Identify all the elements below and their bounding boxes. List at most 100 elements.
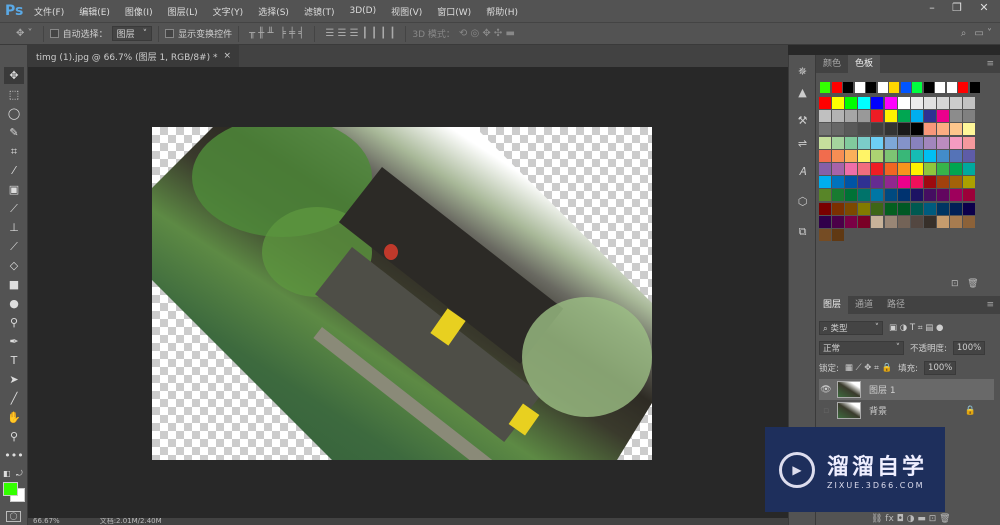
color-swatch[interactable] bbox=[845, 163, 858, 175]
color-swatch[interactable] bbox=[910, 123, 923, 136]
color-swatch[interactable] bbox=[871, 123, 884, 136]
histogram-icon[interactable]: ▲ bbox=[793, 84, 812, 102]
color-swatch[interactable] bbox=[858, 176, 871, 189]
default-colors-icon[interactable]: ◧ bbox=[3, 469, 11, 478]
quick-mask-icon[interactable]: ◯ bbox=[6, 511, 21, 522]
color-swatch[interactable] bbox=[884, 163, 897, 175]
3d-tool-icons[interactable]: ⟲ ◎ ✥ ✣ ▬ bbox=[459, 28, 515, 39]
recent-swatch[interactable] bbox=[889, 82, 899, 93]
color-swatch[interactable] bbox=[963, 215, 976, 228]
document-tab[interactable]: timg (1).jpg @ 66.7% (图层 1, RGB/8#) * × bbox=[28, 45, 240, 67]
color-swatch[interactable] bbox=[845, 136, 858, 149]
zoom-level[interactable]: 66.67% bbox=[33, 518, 60, 525]
eye-icon[interactable]: 👁 bbox=[819, 385, 833, 395]
healing-brush-icon[interactable]: ▣ bbox=[4, 181, 24, 198]
color-swatch[interactable] bbox=[910, 189, 923, 202]
close-tab-icon[interactable]: × bbox=[223, 51, 231, 61]
color-swatch[interactable] bbox=[845, 97, 858, 109]
color-swatch[interactable] bbox=[897, 136, 910, 149]
color-swatch[interactable] bbox=[858, 149, 871, 162]
zoom-tool-icon[interactable]: ⚲ bbox=[4, 428, 24, 445]
gradient-tool-icon[interactable]: ■ bbox=[4, 276, 24, 293]
color-swatch[interactable] bbox=[871, 215, 884, 228]
color-swatch[interactable] bbox=[963, 110, 976, 123]
recent-swatch[interactable] bbox=[831, 82, 842, 93]
color-swatch[interactable] bbox=[936, 176, 949, 189]
color-swatch[interactable] bbox=[923, 110, 936, 123]
menu-3d[interactable]: 3D(D) bbox=[349, 6, 376, 16]
color-swatch[interactable] bbox=[950, 202, 962, 215]
pen-tool-icon[interactable]: ✒ bbox=[4, 333, 24, 350]
align-icons[interactable]: ╥ ╫ ╨ ╞ ╪ ╡ bbox=[249, 28, 304, 39]
color-swatch[interactable] bbox=[884, 189, 897, 202]
color-swatch[interactable] bbox=[884, 110, 897, 123]
color-swatch[interactable] bbox=[819, 123, 831, 136]
workspace-icon[interactable]: ▭ ˅ bbox=[974, 28, 992, 39]
move-tool-icon[interactable]: ✥ ˅ bbox=[16, 28, 33, 39]
adjustments-icon[interactable]: ⇌ bbox=[793, 135, 812, 153]
type-tool-icon[interactable]: T bbox=[4, 352, 24, 369]
crop-tool-icon[interactable]: ⌗ bbox=[4, 143, 24, 160]
panel-menu-icon[interactable]: ≡ bbox=[979, 296, 1000, 314]
recent-swatch[interactable] bbox=[958, 82, 968, 93]
eyedropper-tool-icon[interactable]: ⁄ bbox=[4, 162, 24, 179]
color-swatch[interactable] bbox=[884, 136, 897, 149]
color-swatch[interactable] bbox=[910, 202, 923, 215]
foreground-color-swatch[interactable] bbox=[3, 482, 18, 496]
color-swatch[interactable] bbox=[963, 163, 976, 175]
color-swatch[interactable] bbox=[897, 110, 910, 123]
color-swatch[interactable] bbox=[897, 215, 910, 228]
color-swatch[interactable] bbox=[936, 110, 949, 123]
tab-paths[interactable]: 路径 bbox=[880, 296, 912, 314]
dodge-tool-icon[interactable]: ⚲ bbox=[4, 314, 24, 331]
color-swatch[interactable] bbox=[884, 123, 897, 136]
layer-row[interactable]: 👁 图层 1 bbox=[819, 379, 994, 400]
line-tool-icon[interactable]: ╱ bbox=[4, 390, 24, 407]
color-swatch[interactable] bbox=[819, 176, 831, 189]
color-swatch[interactable] bbox=[858, 123, 871, 136]
color-swatch[interactable] bbox=[963, 123, 976, 136]
menu-type[interactable]: 文字(Y) bbox=[213, 5, 244, 18]
color-swatch[interactable] bbox=[897, 97, 910, 109]
color-swatch[interactable] bbox=[950, 149, 962, 162]
recent-swatch[interactable] bbox=[820, 82, 830, 93]
distribute-icons[interactable]: ☰ ☰ ☰ ┃ ┃ ┃ ┃ bbox=[325, 28, 395, 39]
menu-select[interactable]: 选择(S) bbox=[258, 5, 289, 18]
color-swatch[interactable] bbox=[871, 202, 884, 215]
color-swatch[interactable] bbox=[910, 97, 923, 109]
recent-swatch[interactable] bbox=[969, 82, 980, 93]
color-swatch[interactable] bbox=[871, 163, 884, 175]
color-swatch[interactable] bbox=[910, 215, 923, 228]
color-swatch[interactable] bbox=[963, 176, 976, 189]
recent-swatch[interactable] bbox=[923, 82, 934, 93]
quick-select-tool-icon[interactable]: ✎ bbox=[4, 124, 24, 141]
tab-swatches[interactable]: 色板 bbox=[848, 55, 881, 73]
color-swatch[interactable] bbox=[950, 136, 962, 149]
color-swatch[interactable] bbox=[819, 189, 831, 202]
more-tools-icon[interactable]: ••• bbox=[4, 447, 24, 464]
hand-tool-icon[interactable]: ✋ bbox=[4, 409, 24, 426]
color-swatch[interactable] bbox=[923, 189, 936, 202]
color-swatch[interactable] bbox=[832, 215, 845, 228]
menu-view[interactable]: 视图(V) bbox=[391, 5, 422, 18]
brush-settings-icon[interactable]: ⚒ bbox=[793, 112, 812, 130]
color-swatch[interactable] bbox=[845, 189, 858, 202]
filter-icons[interactable]: ▣ ◑ T ⌗ ▤ ● bbox=[889, 323, 943, 333]
color-swatch[interactable] bbox=[884, 97, 897, 109]
color-swatch[interactable] bbox=[832, 149, 845, 162]
opacity-field[interactable]: 100% bbox=[952, 341, 986, 355]
color-swatch[interactable] bbox=[910, 163, 923, 175]
color-swatch[interactable] bbox=[936, 215, 949, 228]
menu-window[interactable]: 窗口(W) bbox=[437, 5, 471, 18]
color-swatch[interactable] bbox=[871, 176, 884, 189]
tab-layers[interactable]: 图层 bbox=[816, 296, 849, 314]
color-swatch[interactable] bbox=[832, 202, 845, 215]
color-swatch[interactable] bbox=[936, 189, 949, 202]
menu-filter[interactable]: 滤镜(T) bbox=[304, 5, 335, 18]
recent-swatch[interactable] bbox=[935, 82, 945, 93]
color-swatch[interactable] bbox=[936, 149, 949, 162]
color-swatch[interactable] bbox=[858, 202, 871, 215]
color-swatch[interactable] bbox=[845, 215, 858, 228]
color-swatch[interactable] bbox=[923, 136, 936, 149]
navigator-icon[interactable]: ✵ bbox=[793, 63, 812, 81]
